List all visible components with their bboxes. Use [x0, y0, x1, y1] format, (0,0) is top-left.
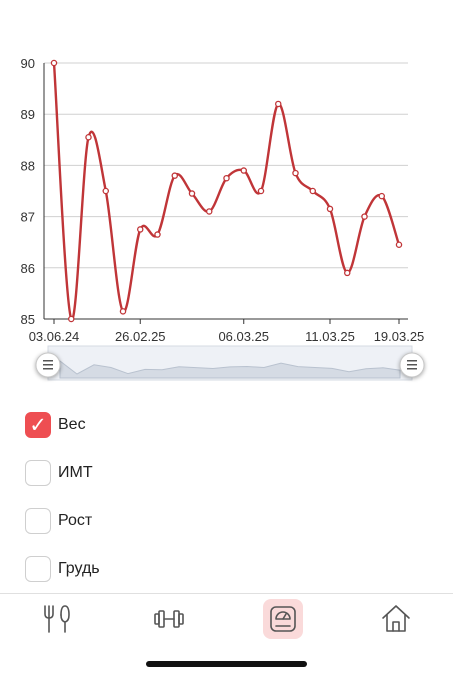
data-point — [240, 167, 247, 174]
data-point — [68, 315, 75, 323]
y-tick-label: 89 — [21, 107, 35, 122]
y-axis: 85 86 87 88 89 90 — [21, 56, 35, 327]
checkbox-height[interactable] — [25, 508, 51, 534]
y-tick-label: 88 — [21, 158, 35, 173]
x-tick-label: 19.03.25 — [374, 329, 425, 344]
checkbox-row-height[interactable]: Рост — [25, 506, 92, 536]
data-points — [50, 59, 403, 323]
data-point — [154, 231, 161, 238]
data-point — [309, 187, 316, 195]
x-tick-label: 06.03.25 — [218, 329, 269, 344]
y-tick-label: 86 — [21, 261, 35, 276]
data-point — [292, 169, 299, 177]
checkbox-label-height: Рост — [58, 512, 93, 529]
data-point — [361, 213, 368, 220]
tab-workouts[interactable] — [149, 599, 189, 639]
data-point — [171, 172, 178, 179]
data-point — [102, 187, 110, 195]
x-tick-label: 11.03.25 — [305, 329, 355, 344]
checkbox-label-weight: Вес — [58, 416, 86, 433]
x-tick-label: 03.06.24 — [29, 329, 80, 344]
data-point — [257, 187, 265, 195]
checkbox-row-bmi[interactable]: ИМТ — [25, 458, 93, 488]
zoom-slider[interactable] — [35, 345, 425, 381]
scale-icon — [270, 606, 296, 632]
zoom-handle-left[interactable] — [35, 352, 61, 378]
data-point — [326, 205, 334, 213]
data-point — [223, 174, 230, 182]
tab-body-measurements[interactable] — [263, 599, 303, 639]
fork-knife-icon — [44, 605, 70, 633]
data-point — [119, 308, 127, 315]
data-point — [378, 192, 385, 200]
x-tick-label: 26.02.25 — [115, 329, 166, 344]
bottom-tab-bar — [0, 593, 453, 681]
tab-home[interactable] — [376, 599, 416, 639]
checkbox-label-chest: Грудь — [58, 560, 100, 577]
y-tick-label: 90 — [21, 56, 35, 71]
data-point — [205, 208, 213, 215]
data-point — [85, 133, 92, 141]
checkbox-row-chest[interactable]: Грудь — [25, 554, 100, 584]
data-point — [395, 241, 403, 249]
data-point — [274, 100, 282, 108]
checkbox-bmi[interactable] — [25, 460, 51, 486]
home-indicator — [146, 661, 307, 667]
x-axis: 03.06.24 26.02.25 06.03.25 11.03.25 19.03.25 — [29, 319, 425, 344]
data-point — [188, 190, 196, 197]
y-tick-label: 87 — [21, 210, 35, 225]
y-tick-label: 85 — [21, 312, 35, 327]
weight-chart: 85 86 87 88 89 90 03.06.24 26.02.25 06.03.25 11.… — [21, 56, 425, 381]
checkbox-chest[interactable] — [25, 556, 51, 582]
tab-nutrition[interactable] — [36, 599, 76, 639]
checkmark-icon: ✓ — [29, 412, 47, 437]
zoom-handle-right[interactable] — [399, 352, 425, 378]
dumbbell-icon — [154, 610, 184, 628]
checkbox-weight[interactable]: ✓ — [25, 412, 51, 438]
checkbox-row-weight[interactable]: ✓ Вес — [25, 410, 86, 440]
data-point — [343, 269, 351, 277]
data-point — [50, 59, 58, 67]
chart-grid — [43, 62, 408, 320]
home-icon — [382, 605, 410, 632]
data-point — [136, 226, 144, 233]
checkbox-label-bmi: ИМТ — [58, 464, 93, 481]
